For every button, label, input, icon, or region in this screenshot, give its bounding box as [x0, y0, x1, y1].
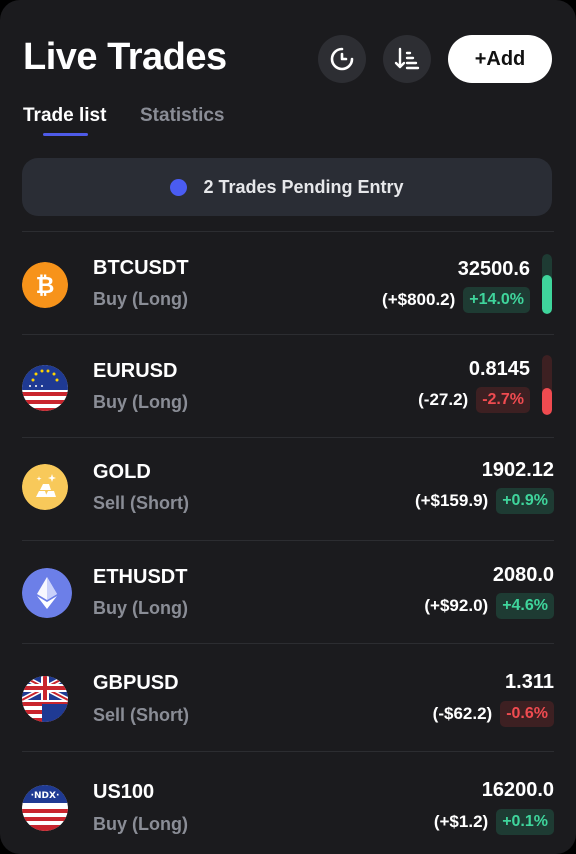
- eu-us-flag-icon: [22, 365, 68, 411]
- sort-button[interactable]: [383, 35, 431, 83]
- trade-row[interactable]: GOLD Sell (Short) 1902.12 (+$159.9) +0.9…: [22, 437, 554, 540]
- trade-pnl: (+$92.0): [424, 596, 489, 615]
- trade-pnl: (-$62.2): [432, 704, 493, 723]
- uk-us-flag-icon: [22, 676, 68, 722]
- change-badge: +14.0%: [463, 287, 530, 313]
- change-badge: +4.6%: [496, 593, 554, 619]
- pnl-meter: [542, 355, 552, 415]
- trade-side: Buy (Long): [93, 598, 188, 618]
- trade-side: Sell (Short): [93, 705, 190, 725]
- trade-pnl: (+$159.9): [414, 491, 489, 510]
- active-tab-indicator: [43, 133, 88, 136]
- trade-price: 1.311: [505, 671, 554, 693]
- change-badge: +0.1%: [496, 809, 554, 835]
- trade-row[interactable]: ₿ BTCUSDT Buy (Long) 32500.6 (+$800.2) +…: [22, 231, 554, 334]
- change-badge: +0.9%: [496, 488, 554, 514]
- sort-icon: [394, 47, 420, 70]
- trade-symbol: EURUSD: [93, 360, 178, 382]
- bitcoin-icon: ₿: [22, 262, 68, 308]
- history-button[interactable]: [318, 35, 366, 83]
- clock-icon: [330, 47, 354, 71]
- trade-price: 0.8145: [468, 358, 530, 380]
- trade-row[interactable]: ·NDX· US100 Buy (Long) 16200.0 (+$1.2) +…: [22, 751, 554, 854]
- trade-side: Buy (Long): [93, 814, 188, 834]
- pnl-meter-graphic: [542, 355, 552, 415]
- pending-entry-banner[interactable]: 2 Trades Pending Entry: [22, 158, 552, 216]
- ethereum-icon: [22, 568, 72, 618]
- change-badge: -0.6%: [500, 701, 554, 727]
- trade-row[interactable]: ETHUSDT Buy (Long) 2080.0 (+$92.0) +4.6%: [22, 540, 554, 643]
- trade-row[interactable]: GBPUSD Sell (Short) 1.311 (-$62.2) -0.6%: [22, 643, 554, 746]
- trade-symbol: GBPUSD: [93, 672, 179, 694]
- add-trade-button[interactable]: +Add: [448, 35, 552, 83]
- ndx-icon: ·NDX·: [22, 785, 68, 831]
- change-badge: -2.7%: [476, 387, 530, 413]
- svg-text:·NDX·: ·NDX·: [31, 791, 60, 801]
- pnl-meter: [542, 254, 552, 314]
- trade-symbol: US100: [93, 781, 155, 803]
- trade-pnl: (+$800.2): [382, 290, 456, 309]
- trade-symbol: GOLD: [93, 461, 151, 483]
- page-title: Live Trades: [23, 36, 227, 78]
- trade-pnl: (-27.2): [418, 390, 469, 409]
- trade-row[interactable]: EURUSD Buy (Long) 0.8145 (-27.2) -2.7%: [22, 334, 554, 437]
- svg-text:₿: ₿: [36, 273, 55, 299]
- trade-side: Buy (Long): [93, 289, 188, 309]
- trade-symbol: ETHUSDT: [93, 566, 188, 588]
- tab-trade-list[interactable]: Trade list: [23, 105, 106, 127]
- meter-fill: [542, 275, 552, 314]
- pending-dot-icon: [170, 178, 188, 196]
- trade-side: Sell (Short): [93, 493, 190, 513]
- tab-statistics[interactable]: Statistics: [140, 105, 224, 127]
- trade-price: 32500.6: [457, 258, 530, 280]
- trade-symbol: BTCUSDT: [93, 257, 189, 279]
- pnl-meter-graphic: [542, 254, 552, 314]
- trade-price: 2080.0: [492, 564, 554, 586]
- trade-side: Buy (Long): [93, 392, 188, 412]
- meter-fill: [542, 388, 552, 415]
- gold-bars-icon: [22, 464, 68, 510]
- trade-pnl: (+$1.2): [433, 812, 489, 831]
- live-trades-panel: Live Trades +Add Trade list Statistics 2…: [0, 0, 576, 854]
- trade-price: 1902.12: [481, 459, 554, 481]
- trade-price: 16200.0: [481, 779, 554, 801]
- pending-entry-text: 2 Trades Pending Entry: [203, 176, 404, 197]
